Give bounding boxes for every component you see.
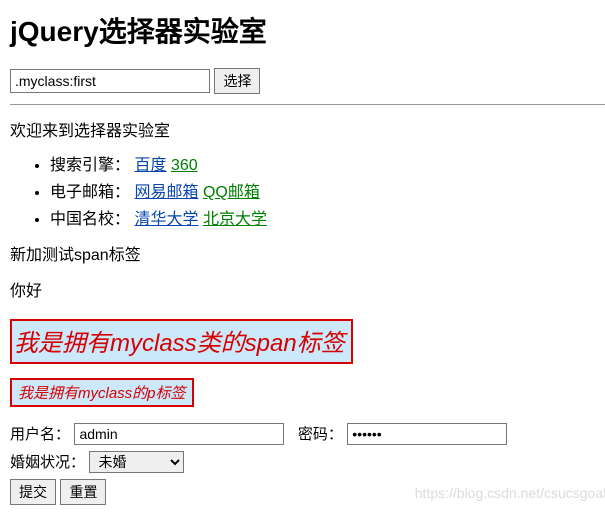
select-button[interactable]: 选择 (214, 68, 260, 94)
list-item: 电子邮箱： 网易邮箱 QQ邮箱 (50, 178, 605, 202)
reset-button[interactable]: 重置 (60, 479, 106, 505)
link-netease-mail[interactable]: 网易邮箱 (134, 184, 198, 201)
item-label: 电子邮箱： (50, 184, 130, 201)
form-row-marital: 婚姻状况： 未婚 (10, 451, 605, 473)
category-list: 搜索引擎： 百度 360 电子邮箱： 网易邮箱 QQ邮箱 中国名校： 清华大学 … (10, 151, 605, 229)
marital-select[interactable]: 未婚 (89, 451, 184, 473)
hello-text: 你好 (10, 277, 605, 301)
myclass-span-highlight: 我是拥有myclass类的span标签 (10, 319, 353, 364)
watermark: https://blog.csdn.net/csucsgoat (415, 485, 605, 501)
item-label: 中国名校： (50, 211, 130, 228)
submit-button[interactable]: 提交 (10, 479, 56, 505)
list-item: 中国名校： 清华大学 北京大学 (50, 205, 605, 229)
form-row-credentials: 用户名： 密码： (10, 423, 605, 445)
link-baidu[interactable]: 百度 (134, 157, 166, 174)
new-span-note: 新加测试span标签 (10, 241, 605, 265)
password-input[interactable] (347, 423, 507, 445)
marital-label: 婚姻状况： (10, 454, 85, 471)
myclass-p-highlight: 我是拥有myclass的p标签 (10, 378, 194, 407)
username-label: 用户名： (10, 426, 70, 443)
selector-input[interactable] (10, 69, 210, 93)
link-qq-mail[interactable]: QQ邮箱 (203, 184, 260, 201)
password-label: 密码： (298, 426, 343, 443)
divider (10, 104, 605, 105)
link-pku[interactable]: 北京大学 (203, 211, 267, 228)
page-title: jQuery选择器实验室 (10, 10, 605, 50)
link-tsinghua[interactable]: 清华大学 (134, 211, 198, 228)
item-label: 搜索引擎： (50, 157, 130, 174)
username-input[interactable] (74, 423, 284, 445)
selector-row: 选择 (10, 68, 605, 94)
list-item: 搜索引擎： 百度 360 (50, 151, 605, 175)
link-360[interactable]: 360 (171, 157, 198, 174)
welcome-text: 欢迎来到选择器实验室 (10, 117, 605, 141)
